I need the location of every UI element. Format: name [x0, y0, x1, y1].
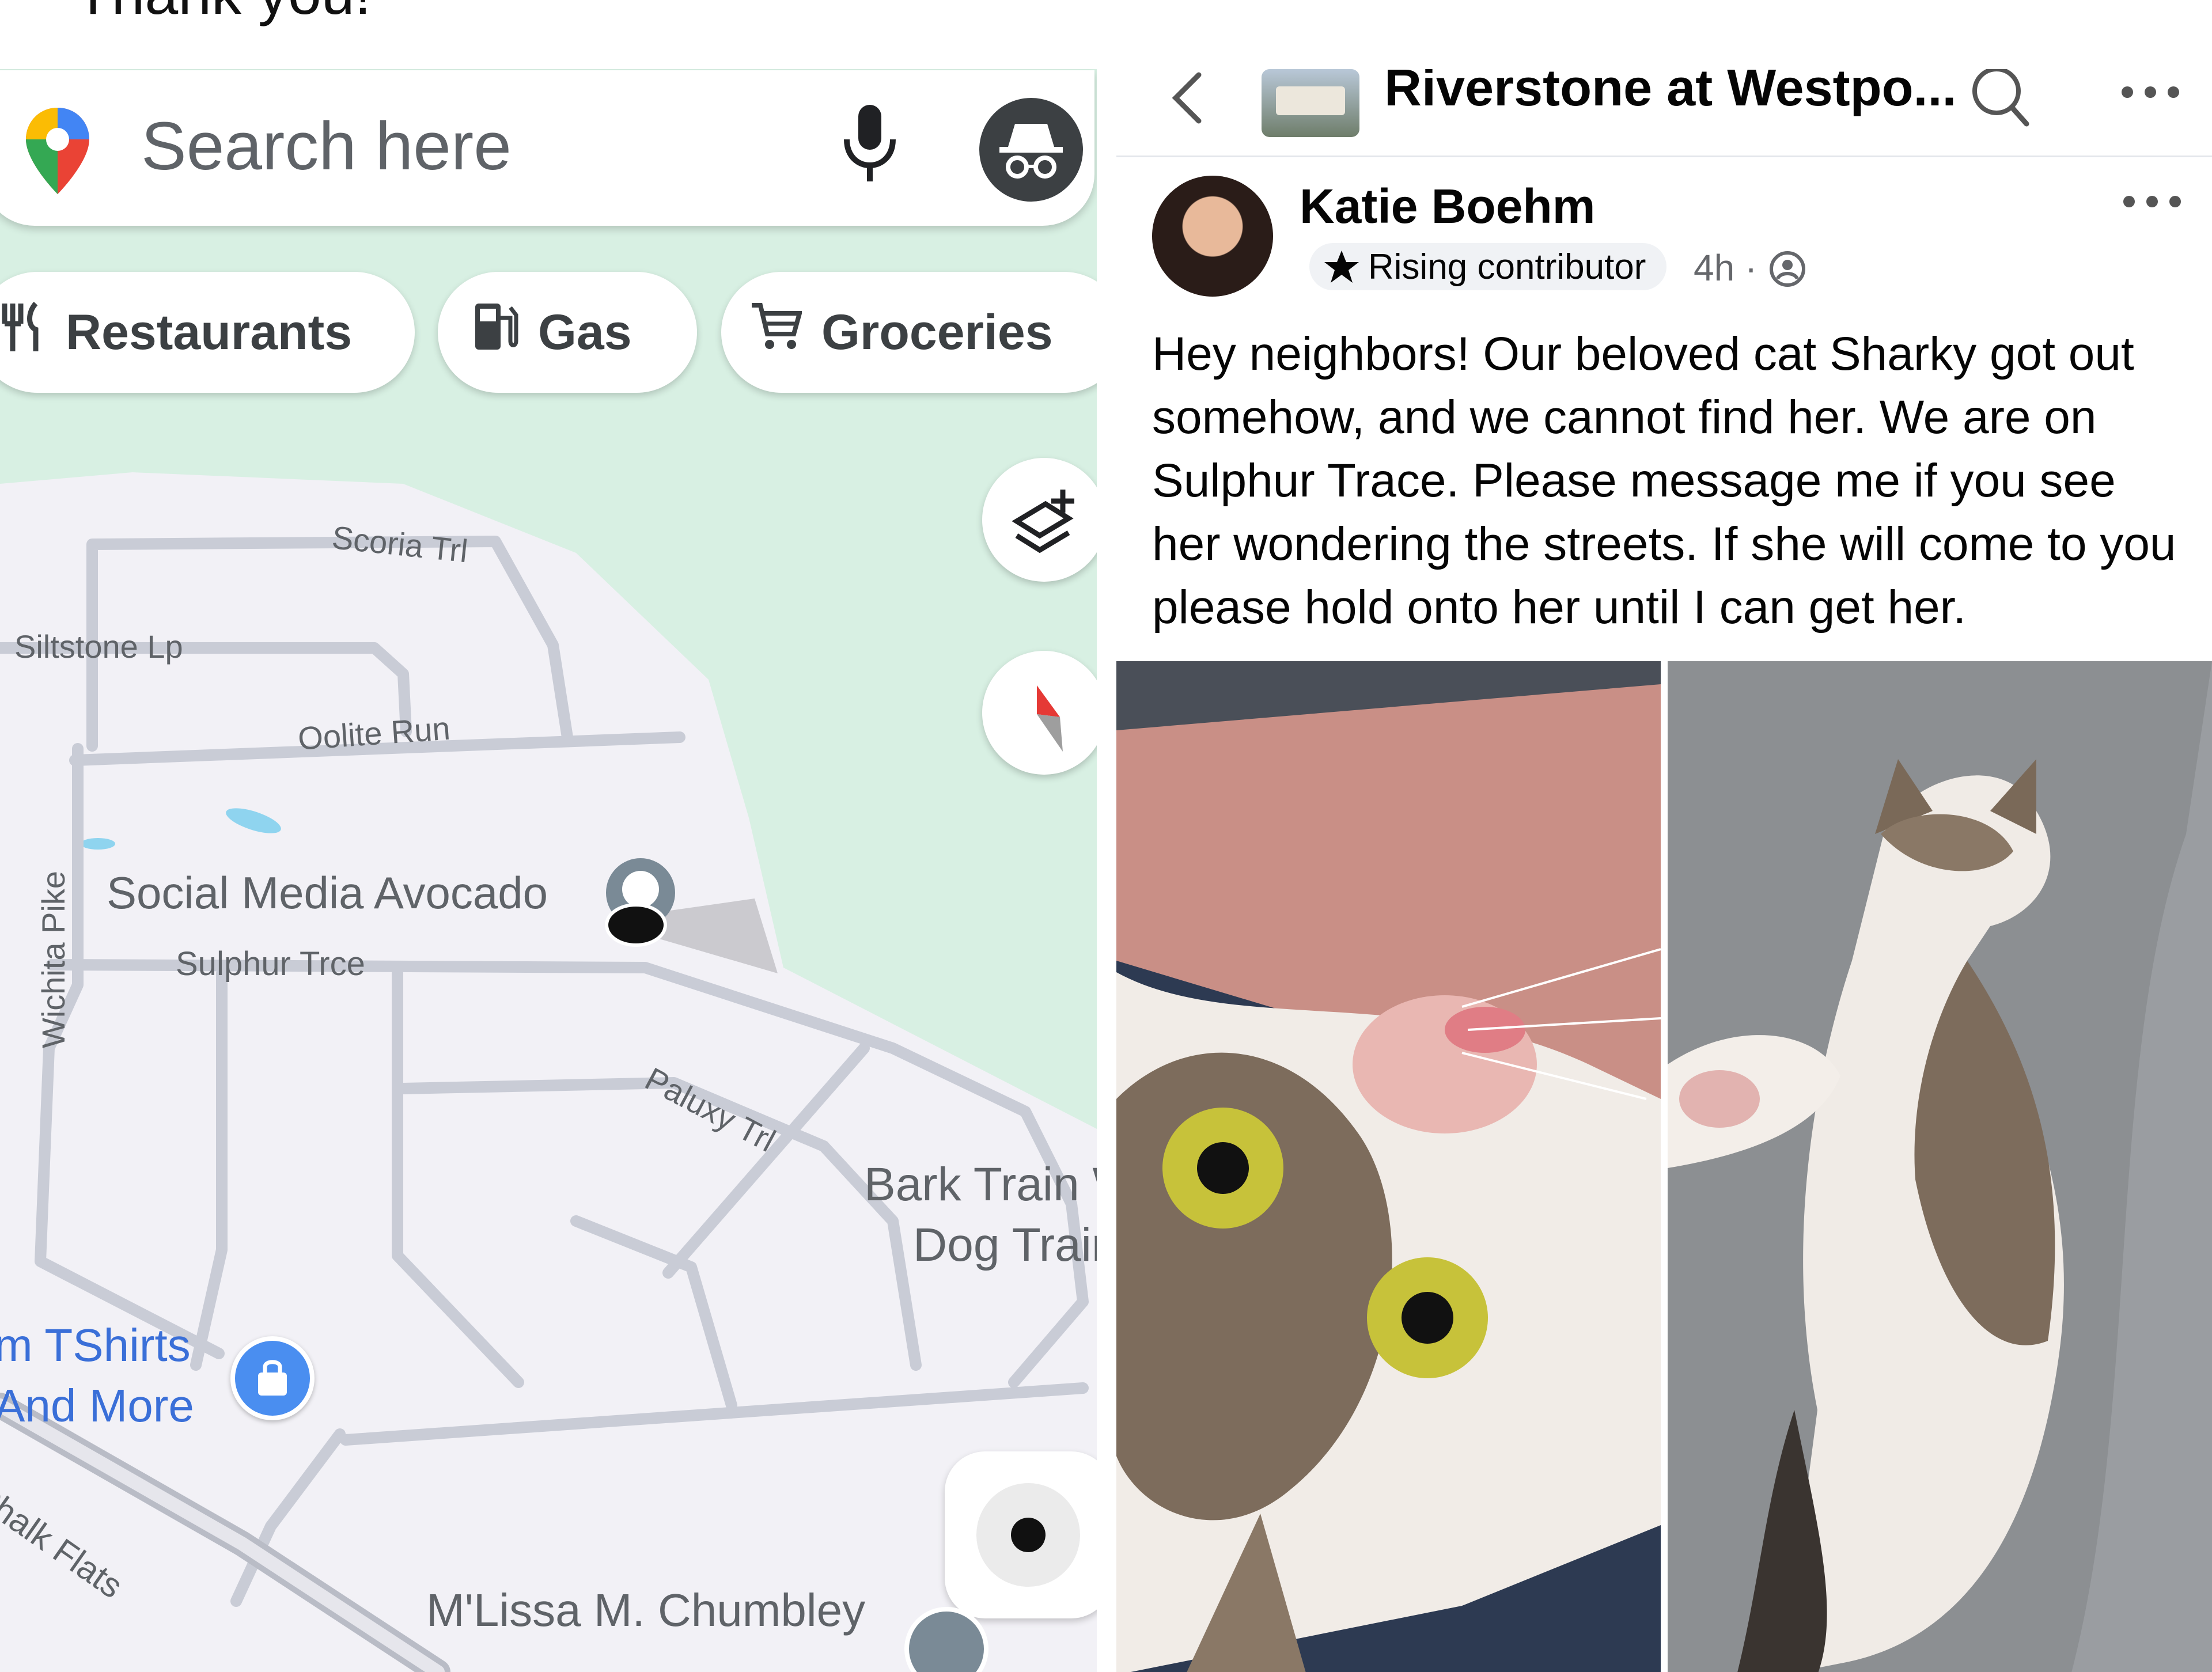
street-label-wichita: Wichita Pike — [35, 870, 71, 1048]
author-avatar[interactable] — [1152, 176, 1273, 297]
place-label-tshirts-1[interactable]: m TShirts — [0, 1319, 191, 1372]
incognito-icon — [999, 124, 1063, 179]
chip-restaurants[interactable]: Restaurants — [0, 272, 415, 393]
street-label-siltstone: Siltstone Lp — [14, 628, 183, 665]
chip-label: Restaurants — [66, 304, 353, 360]
author-name[interactable]: Katie Boehm — [1300, 179, 1595, 234]
place-label-bark-train-1[interactable]: Bark Train W — [864, 1158, 1097, 1212]
chip-groceries[interactable]: Groceries — [721, 272, 1097, 393]
search-icon[interactable] — [1969, 69, 2032, 132]
place-label-avocado[interactable]: Social Media Avocado — [107, 867, 548, 919]
post-time: 4h · — [1694, 247, 1757, 289]
fork-knife-icon — [0, 301, 46, 365]
caption-text: Thank you! — [75, 0, 372, 28]
shopping-bag-icon[interactable] — [230, 1336, 315, 1420]
current-location-icon — [605, 903, 667, 947]
layers-button[interactable] — [982, 458, 1097, 582]
star-icon — [1324, 251, 1359, 283]
chip-label: Groceries — [821, 304, 1053, 360]
maps-screenshot: Search here Restaurants Gas Groceries Sc… — [0, 69, 1097, 1672]
post-menu-icon[interactable] — [2118, 184, 2187, 219]
place-label-bark-train-2[interactable]: Dog Train — [913, 1218, 1097, 1272]
place-label-tshirts-2[interactable]: And More — [0, 1379, 194, 1432]
badge-label: Rising contributor — [1368, 247, 1646, 287]
facebook-screenshot: Riverstone at Westpo... Katie Boehm Risi… — [1116, 69, 2212, 1672]
panel-divider — [1097, 69, 1116, 1672]
cat-photo-2[interactable] — [1668, 661, 2212, 1672]
search-input[interactable]: Search here — [141, 107, 512, 185]
contributor-badge: Rising contributor — [1309, 243, 1667, 290]
cat-photo-face — [1116, 661, 1661, 1672]
more-options-icon[interactable] — [2116, 75, 2185, 109]
group-thumbnail[interactable] — [1262, 69, 1359, 137]
location-dot-icon — [976, 1483, 1080, 1587]
recenter-button[interactable] — [945, 1451, 1097, 1618]
chip-gas[interactable]: Gas — [438, 272, 697, 393]
post-time-text: 4h · — [1694, 247, 1758, 289]
group-title[interactable]: Riverstone at Westpo... — [1384, 69, 1957, 118]
microphone-icon[interactable] — [838, 105, 902, 185]
gas-pump-icon — [472, 301, 518, 365]
layers-icon — [1012, 490, 1074, 553]
compass-button[interactable] — [982, 651, 1097, 775]
place-label-school[interactable]: M'Lissa M. Chumbley — [426, 1584, 865, 1637]
group-privacy-icon — [1770, 251, 1805, 287]
compass-icon — [1037, 685, 1063, 752]
street-label-sulphur: Sulphur Trce — [176, 945, 365, 983]
chip-label: Gas — [538, 304, 632, 360]
cat-photo-sleeping — [1668, 661, 2212, 1672]
cat-photo-1[interactable] — [1116, 661, 1661, 1672]
back-icon[interactable] — [1167, 69, 1207, 132]
cart-icon — [750, 301, 803, 365]
maps-pin-icon — [26, 108, 89, 194]
post-body: Hey neighbors! Our beloved cat Sharky go… — [1152, 328, 2176, 634]
incognito-avatar[interactable] — [979, 98, 1083, 202]
